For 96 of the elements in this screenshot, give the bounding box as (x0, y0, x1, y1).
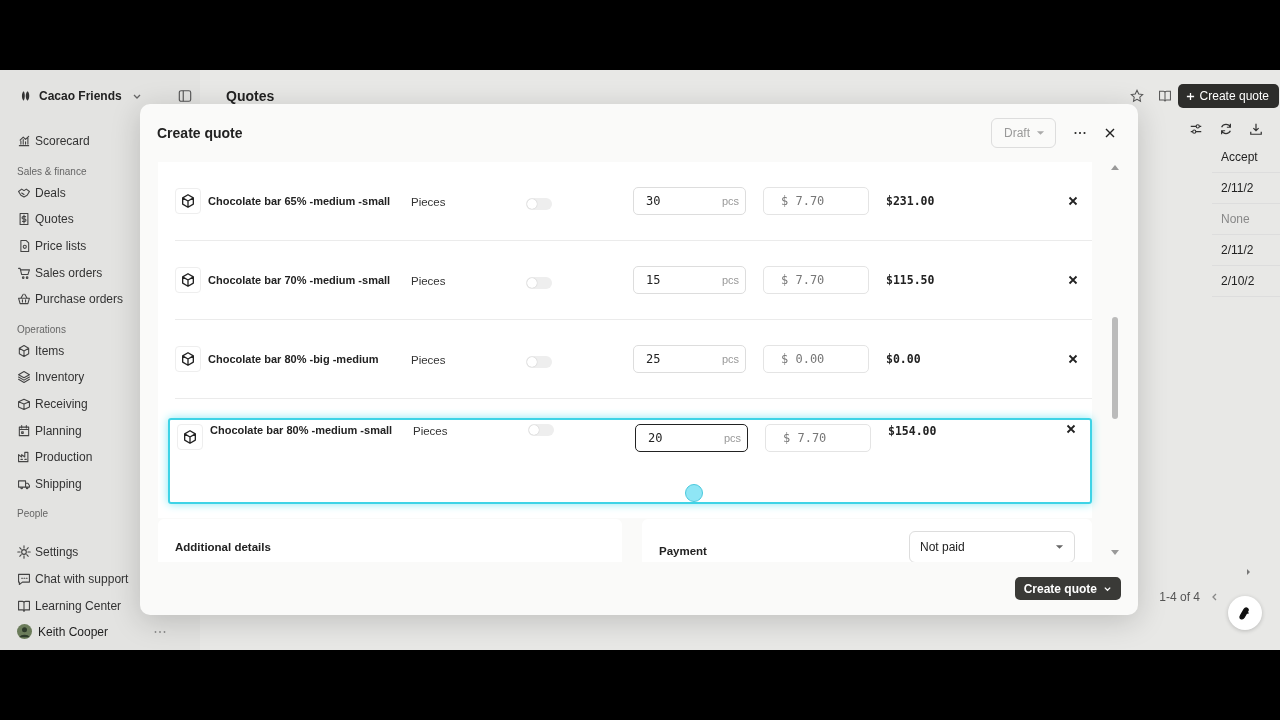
create-quote-button[interactable]: Create quote (1177, 84, 1279, 108)
chevron-down-icon (1103, 584, 1112, 593)
dialog-title: Create quote (157, 125, 244, 141)
table-cell: 2/10/2 (1212, 266, 1280, 297)
download-icon[interactable] (1249, 122, 1263, 136)
avatar (17, 624, 32, 640)
chat-icon (17, 572, 31, 586)
filter-sliders-icon[interactable] (1189, 122, 1203, 136)
create-quote-button[interactable]: Create quote (1014, 577, 1121, 600)
item-name: Chocolate bar 70% -medium -small (208, 274, 392, 286)
remove-icon[interactable] (1068, 275, 1078, 285)
sidebar-item[interactable]: Sales orders (17, 259, 103, 286)
sidebar-item[interactable]: Quotes (17, 206, 74, 233)
help-button[interactable] (1228, 596, 1262, 630)
factory-icon (17, 450, 31, 465)
price-field[interactable]: $ 0.00 (763, 345, 869, 373)
star-icon[interactable] (1129, 89, 1144, 103)
caret-icon (1036, 130, 1045, 136)
sidebar-item[interactable]: Purchase orders (17, 285, 124, 313)
unit-label: Pieces (411, 194, 447, 208)
sidebar-toggle-icon[interactable] (177, 89, 192, 103)
price-field[interactable]: $ 7.70 (763, 266, 869, 294)
column-header: Accept (1212, 142, 1280, 173)
sidebar-item[interactable]: Shipping (17, 470, 82, 498)
more-icon[interactable] (1074, 131, 1086, 135)
organization-switcher[interactable]: Cacao Friends (17, 89, 142, 103)
cube-icon (177, 424, 203, 450)
refresh-icon[interactable] (1219, 122, 1233, 136)
cube-icon (17, 343, 31, 358)
page-title: Quotes (226, 88, 276, 104)
sidebar-item[interactable]: Scorecard (17, 128, 90, 155)
cart-icon (17, 265, 31, 280)
toggle-switch[interactable] (526, 356, 552, 368)
dollar-document-icon (17, 212, 31, 227)
price-field[interactable]: $ 7.70 (763, 187, 869, 215)
caret-icon (1055, 544, 1064, 550)
item-name: Chocolate bar 80% -medium -small (210, 424, 394, 436)
section-heading: People (17, 508, 50, 520)
book-icon (17, 598, 31, 613)
card-title: Additional details (175, 541, 271, 553)
book-icon[interactable] (1157, 89, 1172, 103)
sidebar-item[interactable]: Receiving (17, 390, 88, 418)
sidebar-item[interactable]: Inventory (17, 364, 85, 391)
line-item-row[interactable]: Chocolate bar 65% -medium -small Pieces 30 pcs $ 7.70 $231.00 (175, 162, 1092, 241)
line-item-row[interactable]: Chocolate bar 70% -medium -small Pieces 15 pcs $ 7.70 $115.50 (175, 241, 1092, 320)
remove-icon[interactable] (1068, 354, 1078, 364)
sidebar-item[interactable]: Price lists (17, 232, 87, 260)
cube-icon (175, 267, 201, 293)
sidebar-item[interactable]: Production (17, 443, 93, 471)
remove-icon[interactable] (1068, 196, 1078, 206)
item-name: Chocolate bar 65% -medium -small (208, 195, 392, 207)
pagination-label: 1-4 of 4 (1159, 590, 1200, 604)
price-field[interactable]: $ 7.70 (765, 424, 871, 452)
line-total: $231.00 (886, 194, 936, 208)
quantity-field[interactable]: 15 pcs (633, 266, 746, 294)
line-item-row[interactable]: Chocolate bar 80% -medium -small Pieces 20 pcs $ 7.70 $154.00 (168, 418, 1092, 504)
payment-dropdown[interactable]: Not paid (909, 531, 1075, 562)
unit-label: Pieces (413, 424, 449, 437)
tag-document-icon (17, 239, 31, 254)
unit-label: Pieces (411, 273, 447, 287)
quantity-field[interactable]: 25 pcs (633, 345, 746, 373)
toggle-switch[interactable] (526, 198, 552, 210)
line-item-row[interactable]: Chocolate bar 80% -big -medium Pieces 25 pcs $ 0.00 $0.00 (175, 320, 1092, 399)
user-name: Keith Cooper (38, 624, 109, 639)
toggle-switch[interactable] (526, 277, 552, 289)
sidebar-item[interactable]: Settings (17, 539, 79, 566)
quantity-field[interactable]: 30 pcs (633, 187, 746, 215)
handshake-icon (17, 185, 31, 200)
table-cell: None (1212, 204, 1280, 235)
cube-icon (175, 188, 201, 214)
sidebar-item[interactable]: Planning (17, 417, 82, 444)
calendar-icon (17, 423, 31, 438)
unit-label: Pieces (411, 352, 447, 366)
plus-icon (1185, 91, 1195, 101)
card-title: Payment (659, 545, 707, 557)
cube-icon (175, 346, 201, 372)
sidebar-item[interactable]: Chat with support (17, 565, 129, 593)
section-heading: Operations (17, 323, 67, 335)
section-heading: Sales & finance (17, 165, 88, 177)
toggle-switch[interactable] (528, 424, 554, 436)
chart-icon (17, 134, 31, 149)
item-name: Chocolate bar 80% -big -medium (208, 353, 380, 365)
sidebar-item[interactable]: Items (17, 337, 65, 365)
sidebar-item[interactable]: Learning Center (17, 592, 122, 619)
remove-icon[interactable] (1066, 424, 1076, 434)
basket-icon (17, 292, 31, 307)
close-icon[interactable] (1104, 127, 1116, 139)
line-total: $0.00 (886, 352, 922, 366)
package-icon (17, 397, 31, 412)
sidebar-item[interactable]: Deals (17, 179, 66, 207)
line-total: $154.00 (888, 424, 938, 438)
quantity-field[interactable]: 20 pcs (635, 424, 748, 452)
table-cell: 2/11/2 (1212, 235, 1280, 266)
layers-icon (17, 370, 31, 385)
line-total: $115.50 (886, 273, 936, 287)
table-cell: 2/11/2 (1212, 173, 1280, 204)
